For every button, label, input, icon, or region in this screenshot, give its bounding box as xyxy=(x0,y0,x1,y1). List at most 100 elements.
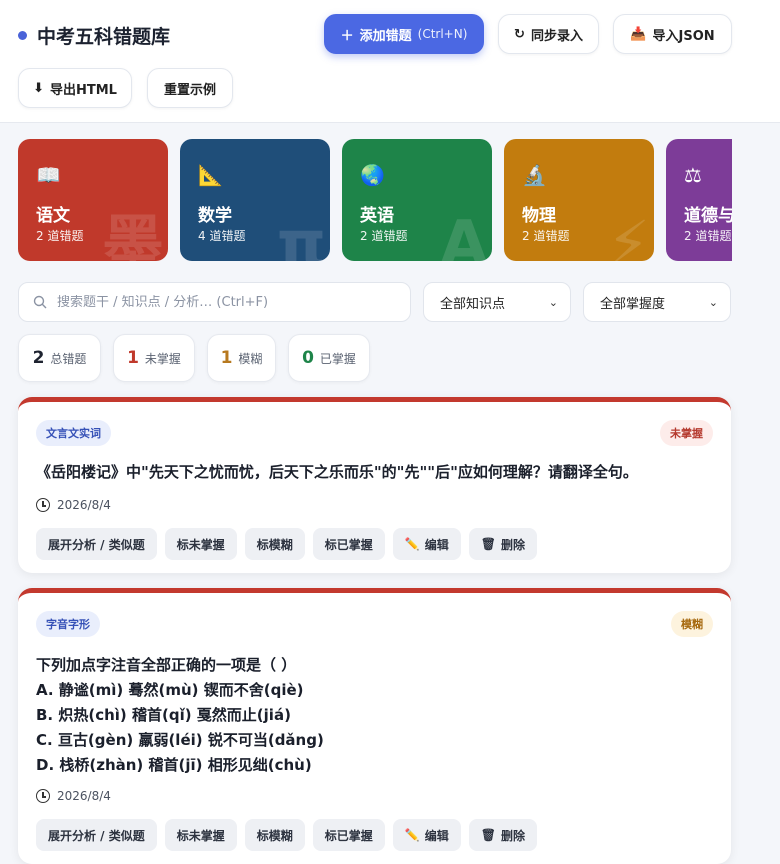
top-bar: 中考五科错题库 ＋ 添加错题 (Ctrl+N) ↻ 同步录入 📥 导入JSON … xyxy=(0,0,780,123)
subject-count: 2 道错题 xyxy=(36,229,84,243)
subject-count: 4 道错题 xyxy=(198,229,246,243)
delete-button[interactable]: 🗑 删除 xyxy=(468,528,538,560)
reset-example-label: 重置示例 xyxy=(163,82,216,98)
mark-unmastered-button[interactable]: 标未掌握 xyxy=(164,528,237,560)
stat-label: 已掌握 xyxy=(319,351,356,366)
delete-label: 删除 xyxy=(501,537,526,552)
subject-card-english[interactable]: 🌏 英语 2 道错题 A xyxy=(342,139,492,261)
edit-button[interactable]: ✏️ 编辑 xyxy=(392,819,461,851)
question-date: 2026/8/4 xyxy=(36,498,111,512)
knowledge-point-value: 全部知识点 xyxy=(440,296,506,312)
title-dot-icon xyxy=(18,31,27,40)
delete-label: 删除 xyxy=(501,828,526,843)
subject-name: 数学 xyxy=(198,206,232,226)
date-text: 2026/8/4 xyxy=(57,498,111,512)
mark-vague-label: 标模糊 xyxy=(256,828,293,843)
book-icon: 📖 xyxy=(36,163,61,187)
subject-card-math[interactable]: 📐 数学 4 道错题 π xyxy=(180,139,330,261)
stat-unmastered[interactable]: 1 未掌握 xyxy=(113,334,195,382)
pencil-icon: ✏️ xyxy=(404,537,420,551)
pencil-icon: ✏️ xyxy=(404,828,420,842)
expand-label: 展开分析 / 类似题 xyxy=(48,828,145,843)
sync-input-button[interactable]: ↻ 同步录入 xyxy=(498,14,599,54)
question-card: 字音字形 模糊 下列加点字注音全部正确的一项是（ ） A. 静谧(mì) 蓦然(… xyxy=(18,588,731,864)
question-card: 文言文实词 未掌握 《岳阳楼记》中"先天下之忧而忧，后天下之乐而乐"的"先""后… xyxy=(18,397,731,573)
subject-card-morality[interactable]: ⚖ 道德与 2 道错题 xyxy=(666,139,732,261)
subject-card-chinese[interactable]: 📖 语文 2 道错题 墨 xyxy=(18,139,168,261)
search-icon xyxy=(33,295,47,309)
mastery-select[interactable]: 全部掌握度 ⌄ xyxy=(583,282,731,322)
import-json-button[interactable]: 📥 导入JSON xyxy=(613,14,732,54)
edit-label: 编辑 xyxy=(424,828,449,843)
mark-mastered-button[interactable]: 标已掌握 xyxy=(312,528,385,560)
add-question-button[interactable]: ＋ 添加错题 (Ctrl+N) xyxy=(324,14,484,54)
app-title-text: 中考五科错题库 xyxy=(37,26,171,48)
subject-watermark: π xyxy=(276,207,326,262)
search-input[interactable] xyxy=(57,294,387,310)
stat-mastered[interactable]: 0 已掌握 xyxy=(288,334,370,382)
subject-name: 英语 xyxy=(360,206,394,226)
tray-icon: 📥 xyxy=(630,26,647,42)
stat-number: 2 xyxy=(32,348,45,368)
delete-button[interactable]: 🗑 删除 xyxy=(468,819,538,851)
download-icon: ⬇ xyxy=(33,80,44,96)
reset-example-button[interactable]: 重置示例 xyxy=(147,68,233,108)
chevron-down-icon: ⌄ xyxy=(548,295,558,309)
status-badge: 模糊 xyxy=(671,611,713,637)
add-question-shortcut: (Ctrl+N) xyxy=(417,27,468,41)
date-text: 2026/8/4 xyxy=(57,789,111,803)
expand-analysis-button[interactable]: 展开分析 / 类似题 xyxy=(36,528,157,560)
mark-mastered-label: 标已掌握 xyxy=(324,828,373,843)
mark-vague-label: 标模糊 xyxy=(256,537,293,552)
clock-icon xyxy=(36,789,50,803)
stat-total[interactable]: 2 总错题 xyxy=(18,334,101,382)
option-d: D. 栈桥(zhàn) 稽首(jī) 相形见绌(chù) xyxy=(36,756,312,774)
expand-analysis-button[interactable]: 展开分析 / 类似题 xyxy=(36,819,157,851)
subject-watermark: 墨 xyxy=(101,207,164,262)
subject-card-physics[interactable]: 🔬 物理 2 道错题 ⚡ xyxy=(504,139,654,261)
status-badge: 未掌握 xyxy=(660,420,713,446)
question-text: 下列加点字注音全部正确的一项是（ ） A. 静谧(mì) 蓦然(mù) 锲而不舍… xyxy=(36,653,324,778)
globe-icon: 🌏 xyxy=(360,163,385,187)
subject-watermark: ⚡ xyxy=(606,207,650,262)
question-line: 下列加点字注音全部正确的一项是（ ） xyxy=(36,656,297,674)
subject-name: 物理 xyxy=(522,206,556,226)
mark-unmastered-label: 标未掌握 xyxy=(176,537,225,552)
clock-icon xyxy=(36,498,50,512)
subject-count: 2 道错题 xyxy=(684,229,732,243)
edit-label: 编辑 xyxy=(424,537,449,552)
expand-label: 展开分析 / 类似题 xyxy=(48,537,145,552)
mark-unmastered-label: 标未掌握 xyxy=(176,828,225,843)
question-text: 《岳阳楼记》中"先天下之忧而忧，后天下之乐而乐"的"先""后"应如何理解？请翻译… xyxy=(36,463,638,481)
stat-number: 1 xyxy=(220,348,233,368)
mark-vague-button[interactable]: 标模糊 xyxy=(244,819,305,851)
stat-vague[interactable]: 1 模糊 xyxy=(207,334,276,382)
mark-unmastered-button[interactable]: 标未掌握 xyxy=(164,819,237,851)
option-a: A. 静谧(mì) 蓦然(mù) 锲而不舍(qiè) xyxy=(36,681,304,699)
mark-mastered-button[interactable]: 标已掌握 xyxy=(312,819,385,851)
stat-number: 0 xyxy=(302,348,314,368)
stat-label: 未掌握 xyxy=(144,351,181,366)
stat-label: 总错题 xyxy=(50,351,87,366)
export-html-label: 导出HTML xyxy=(49,82,117,98)
mark-mastered-label: 标已掌握 xyxy=(324,537,373,552)
card-actions: 展开分析 / 类似题 标未掌握 标模糊 标已掌握 ✏️ 编辑 🗑 删除 xyxy=(36,528,538,560)
microscope-icon: 🔬 xyxy=(522,163,547,187)
topic-tag: 文言文实词 xyxy=(36,420,111,446)
question-date: 2026/8/4 xyxy=(36,789,111,803)
subject-count: 2 道错题 xyxy=(360,229,408,243)
knowledge-point-select[interactable]: 全部知识点 ⌄ xyxy=(423,282,571,322)
add-question-label: 添加错题 xyxy=(359,28,412,44)
scale-icon: ⚖ xyxy=(684,163,702,187)
trash-icon: 🗑 xyxy=(480,828,496,842)
export-html-button[interactable]: ⬇ 导出HTML xyxy=(18,68,132,108)
topic-tag: 字音字形 xyxy=(36,611,100,637)
search-box[interactable] xyxy=(18,282,411,322)
mark-vague-button[interactable]: 标模糊 xyxy=(244,528,305,560)
subject-cards: 📖 语文 2 道错题 墨 📐 数学 4 道错题 π 🌏 英语 2 道错题 A 🔬… xyxy=(18,139,732,261)
plus-icon: ＋ xyxy=(340,28,354,44)
stat-number: 1 xyxy=(127,348,139,368)
sync-input-label: 同步录入 xyxy=(530,28,583,44)
app-title: 中考五科错题库 xyxy=(18,22,170,49)
edit-button[interactable]: ✏️ 编辑 xyxy=(392,528,461,560)
